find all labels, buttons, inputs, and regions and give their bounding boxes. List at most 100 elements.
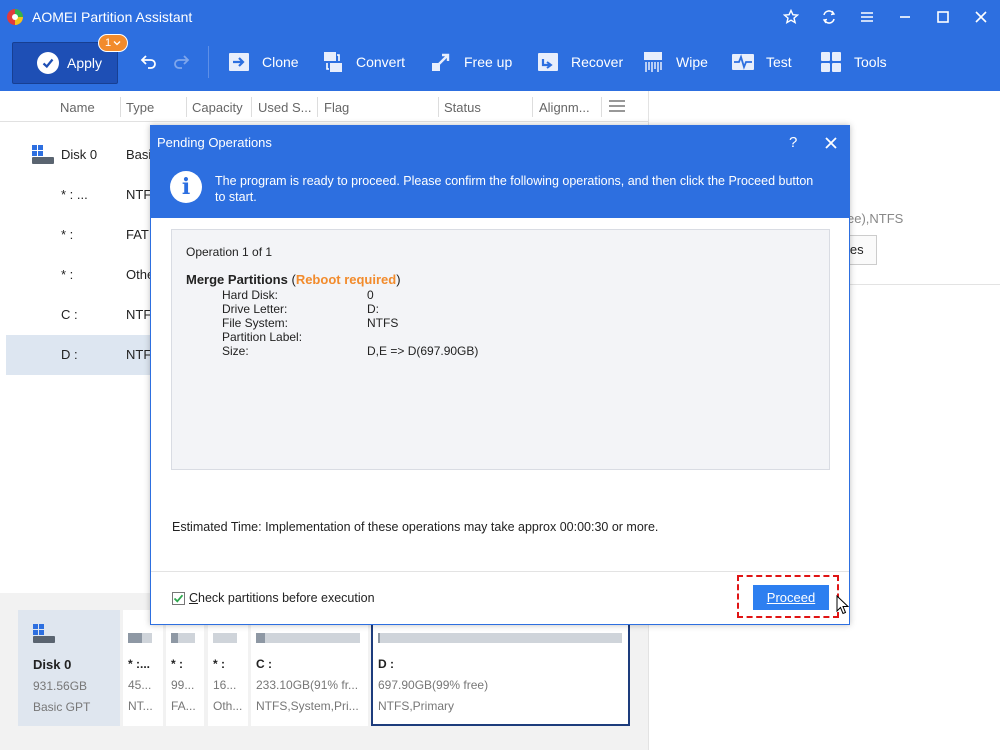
partition-name: * :: [213, 657, 225, 671]
recover-button[interactable]: Recover: [535, 48, 623, 76]
column-used-space[interactable]: Used S...: [258, 100, 311, 115]
detail-key: Hard Disk:: [222, 288, 279, 302]
row-type: NTF: [126, 347, 152, 362]
operation-name: Merge Partitions: [186, 272, 288, 287]
dialog-title: Pending Operations: [157, 135, 272, 150]
test-icon: [732, 54, 754, 70]
help-icon[interactable]: ?: [789, 134, 797, 151]
clone-icon: [229, 53, 249, 71]
mouse-cursor-icon: [836, 595, 850, 615]
free-up-icon: [432, 53, 450, 71]
free-up-button[interactable]: Free up: [428, 48, 512, 76]
free-up-label: Free up: [464, 54, 513, 70]
check-partitions-checkbox[interactable]: Check partitions before execution: [172, 591, 375, 605]
refresh-icon[interactable]: [810, 0, 848, 34]
partition-fs: NTFS,System,Pri...: [256, 699, 359, 713]
toolbar: Apply 1 Clone Convert Free up Recover Wi…: [0, 34, 1000, 91]
recover-icon: [538, 53, 558, 71]
column-flag[interactable]: Flag: [324, 100, 349, 115]
partition-fs: Oth...: [213, 699, 243, 713]
row-type: NTF: [126, 187, 152, 202]
pending-count-badge[interactable]: 1: [98, 34, 128, 52]
column-status[interactable]: Status: [444, 100, 481, 115]
partition-name: D :: [378, 657, 394, 671]
row-type: FAT: [126, 227, 149, 242]
partition-table-header: Name Type Capacity Used S... Flag Status…: [0, 91, 648, 122]
column-type[interactable]: Type: [126, 100, 154, 115]
operation-count: Operation 1 of 1: [186, 245, 273, 259]
divider: [849, 284, 1000, 285]
partition-size: 99...: [171, 678, 195, 692]
disk-name: Disk 0: [33, 657, 72, 672]
redo-icon[interactable]: [172, 52, 190, 70]
convert-button[interactable]: Convert: [320, 48, 405, 76]
disk-type: Basic GPT: [33, 700, 91, 714]
proceed-button[interactable]: Proceed: [753, 585, 829, 610]
partition-fs: FA...: [171, 699, 196, 713]
convert-icon: [324, 52, 342, 72]
recover-label: Recover: [571, 54, 624, 70]
pending-operations-dialog: Pending Operations ? i The program is re…: [150, 125, 850, 625]
table-row[interactable]: * : FAT: [6, 215, 151, 255]
partition-block[interactable]: * : 99... FA...: [166, 610, 204, 726]
test-button[interactable]: Test: [730, 48, 792, 76]
disk-icon: [32, 145, 54, 164]
maximize-icon[interactable]: [924, 0, 962, 34]
tools-label: Tools: [854, 54, 887, 70]
column-alignment[interactable]: Alignm...: [539, 100, 590, 115]
properties-button[interactable]: ies: [847, 235, 877, 265]
estimated-time: Estimated Time: Implementation of these …: [172, 520, 659, 534]
table-row[interactable]: * : Othe: [6, 255, 154, 295]
top-bar: AOMEI Partition Assistant Apply 1 Clone …: [0, 0, 1000, 91]
paren-close: ): [396, 272, 401, 287]
clone-button[interactable]: Clone: [226, 48, 299, 76]
wipe-button[interactable]: Wipe: [640, 48, 708, 76]
row-name: C :: [61, 307, 78, 322]
row-name: D :: [61, 347, 78, 362]
close-icon[interactable]: [962, 0, 1000, 34]
undo-icon[interactable]: [140, 52, 158, 70]
usage-bar: [171, 633, 195, 643]
highlight-box: Proceed: [737, 575, 839, 618]
usage-bar-fill: [378, 633, 381, 643]
operation-title: Merge Partitions (Reboot required): [186, 272, 401, 287]
tools-button[interactable]: Tools: [818, 48, 887, 76]
detail-key: Drive Letter:: [222, 302, 288, 316]
menu-icon[interactable]: [848, 0, 886, 34]
close-icon[interactable]: [823, 135, 839, 151]
partition-name: C :: [256, 657, 272, 671]
apply-label: Apply: [67, 55, 103, 71]
usage-bar-fill: [171, 633, 179, 643]
paren-open: (: [287, 272, 296, 287]
app-logo-icon: [7, 9, 23, 25]
divider: [151, 571, 849, 572]
column-capacity[interactable]: Capacity: [192, 100, 243, 115]
column-name[interactable]: Name: [60, 100, 95, 115]
column-settings-icon[interactable]: [608, 99, 626, 113]
pending-count: 1: [104, 37, 112, 49]
convert-label: Convert: [356, 54, 406, 70]
table-row-selected[interactable]: D : NTF: [6, 335, 151, 375]
properties-filesystem: ee),NTFS: [847, 211, 904, 226]
table-row[interactable]: * : ... NTF: [6, 175, 151, 215]
detail-key: Partition Label:: [222, 330, 303, 344]
partition-block[interactable]: C : 233.10GB(91% fr... NTFS,System,Pri..…: [251, 610, 368, 726]
app-title: AOMEI Partition Assistant: [32, 9, 193, 25]
detail-value: 0: [367, 288, 374, 302]
star-icon[interactable]: [772, 0, 810, 34]
table-row[interactable]: Disk 0 Basi: [6, 135, 151, 175]
usage-bar: [378, 633, 622, 643]
checkbox-label-rest: heck partitions before execution: [198, 591, 375, 605]
tools-icon: [821, 52, 841, 72]
partition-block-selected[interactable]: D : 697.90GB(99% free) NTFS,Primary: [371, 610, 630, 726]
partition-block[interactable]: * :... 45... NT...: [123, 610, 163, 726]
dialog-message: The program is ready to proceed. Please …: [215, 174, 814, 204]
detail-value: NTFS: [367, 316, 399, 330]
partition-block[interactable]: * : 16... Oth...: [208, 610, 248, 726]
disk-icon: [33, 624, 55, 643]
column-divider: [317, 97, 318, 117]
table-row[interactable]: C : NTF: [6, 295, 151, 335]
checkbox-box[interactable]: [172, 591, 185, 605]
disk-card[interactable]: Disk 0 931.56GB Basic GPT: [18, 610, 120, 726]
minimize-icon[interactable]: [886, 0, 924, 34]
